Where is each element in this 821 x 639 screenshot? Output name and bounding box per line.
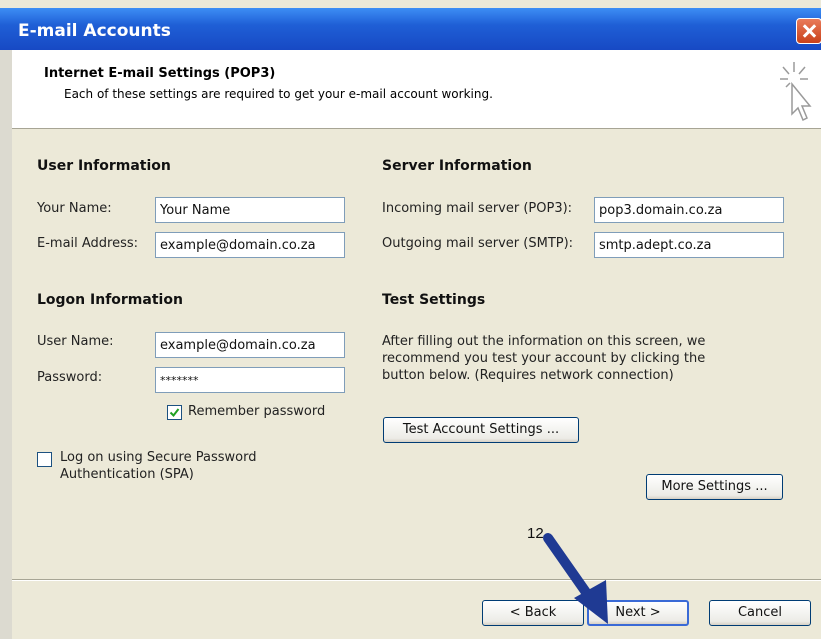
email-address-label: E-mail Address: bbox=[37, 236, 139, 251]
spa-label-line2: Authentication (SPA) bbox=[60, 467, 194, 482]
your-name-field[interactable]: Your Name bbox=[155, 197, 345, 223]
logon-information-heading: Logon Information bbox=[37, 292, 183, 308]
test-account-settings-button[interactable]: Test Account Settings ... bbox=[383, 417, 579, 443]
test-settings-text-line2: recommend you test your account by click… bbox=[382, 351, 706, 366]
title-bar: E-mail Accounts bbox=[0, 8, 821, 50]
remember-password-checkbox[interactable] bbox=[167, 405, 182, 420]
header-title: Internet E-mail Settings (POP3) bbox=[44, 66, 276, 81]
wizard-cursor-icon bbox=[780, 62, 812, 122]
header-subtitle: Each of these settings are required to g… bbox=[64, 87, 493, 101]
user-information-heading: User Information bbox=[37, 158, 171, 174]
your-name-label: Your Name: bbox=[37, 201, 112, 216]
incoming-server-label: Incoming mail server (POP3): bbox=[382, 201, 573, 216]
spa-checkbox[interactable] bbox=[37, 452, 52, 467]
test-settings-text-line3: button below. (Requires network connecti… bbox=[382, 368, 674, 383]
cancel-button[interactable]: Cancel bbox=[709, 600, 811, 626]
spa-label-line1: Log on using Secure Password bbox=[60, 450, 257, 465]
test-settings-heading: Test Settings bbox=[382, 292, 486, 308]
email-address-field[interactable]: example@domain.co.za bbox=[155, 232, 345, 258]
checkmark-icon bbox=[169, 408, 180, 418]
annotation-arrow-icon bbox=[543, 533, 608, 624]
outgoing-server-label: Outgoing mail server (SMTP): bbox=[382, 236, 574, 251]
window-title: E-mail Accounts bbox=[18, 21, 171, 41]
footer-separator bbox=[12, 579, 821, 581]
server-information-heading: Server Information bbox=[382, 158, 532, 174]
outgoing-server-field[interactable]: smtp.adept.co.za bbox=[594, 232, 784, 258]
password-field[interactable]: ******* bbox=[155, 367, 345, 393]
more-settings-button[interactable]: More Settings ... bbox=[646, 474, 783, 500]
user-name-label: User Name: bbox=[37, 334, 114, 349]
password-label: Password: bbox=[37, 370, 103, 385]
wizard-header: Internet E-mail Settings (POP3) Each of … bbox=[12, 50, 821, 129]
close-button[interactable] bbox=[796, 18, 821, 44]
test-settings-text-line1: After filling out the information on thi… bbox=[382, 334, 706, 349]
dialog-left-edge bbox=[0, 50, 12, 639]
incoming-server-field[interactable]: pop3.domain.co.za bbox=[594, 197, 784, 223]
user-name-field[interactable]: example@domain.co.za bbox=[155, 332, 345, 358]
email-accounts-dialog: E-mail Accounts Internet E-mail Settings… bbox=[0, 0, 821, 639]
remember-password-label: Remember password bbox=[188, 404, 326, 419]
